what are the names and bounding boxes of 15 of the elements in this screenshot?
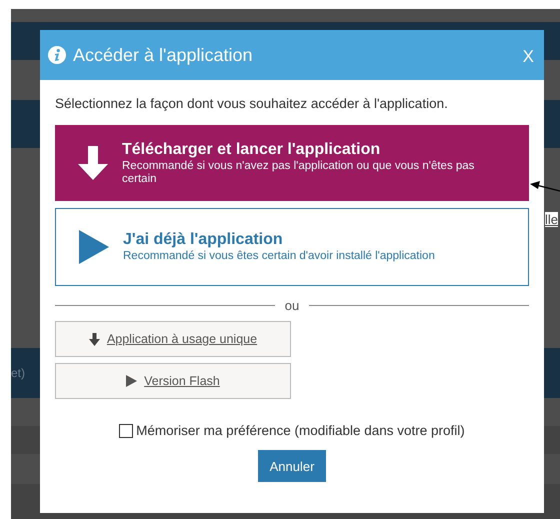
alternative-button[interactable]: Version Flash [55,363,291,399]
option-title: J'ai déjà l'application [123,231,284,250]
option-description: Recommandé si vous êtes certain d'avoir installé l'application [123,250,435,263]
background-text: et) [11,366,26,380]
option-card[interactable]: Télécharger et lancer l'application Recommandé si vous n'avez pas l'application ou que vous n'êtes pas certain [55,125,529,201]
option-description: Recommandé si vous n'avez pas l'application ou que vous n'êtes pas certain [122,160,476,185]
checkbox-label: Mémoriser ma préférence (modifiable dans votre profil) [136,423,465,438]
cancel-button[interactable]: Annuler [258,450,326,482]
dialog-title: Accéder à l'application [73,44,254,66]
divider-label: ou [284,298,300,313]
option-card[interactable]: J'ai déjà l'application Recommandé si vous êtes certain d'avoir installé l'application [55,208,529,286]
instruction-text: Sélectionnez la façon dont vous souhaitez accéder à l'application. [55,96,449,111]
option-title: Télécharger et lancer l'application [122,141,382,160]
background-link[interactable]: lle [545,212,558,227]
alternative-button[interactable]: Application à usage unique [55,321,291,357]
